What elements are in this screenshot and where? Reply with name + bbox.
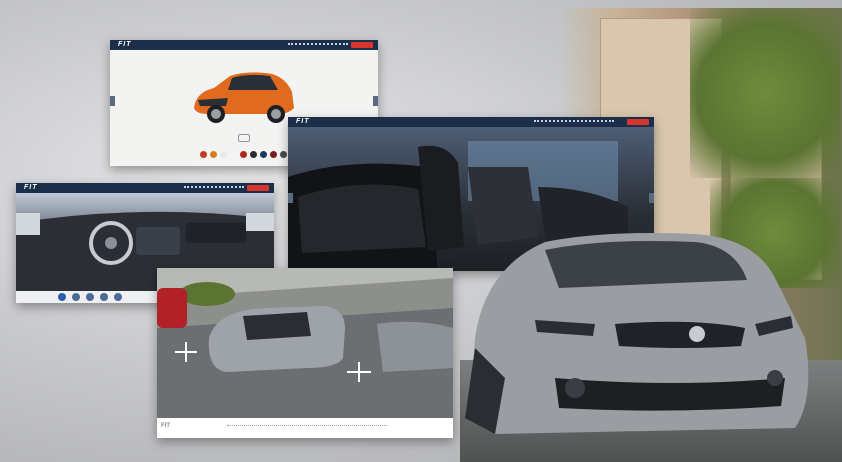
color-swatch[interactable] — [270, 151, 277, 158]
view-icon[interactable] — [100, 293, 108, 301]
fit-logo: FIT — [118, 41, 132, 48]
nav-bar: FIT — [288, 117, 654, 127]
color-swatch[interactable] — [200, 151, 207, 158]
parking-lot-image — [157, 268, 453, 382]
cta-button[interactable] — [351, 42, 373, 48]
nav-bar: FIT — [16, 183, 274, 193]
prev-arrow-icon[interactable] — [110, 96, 115, 106]
fit-logo: FIT — [24, 184, 38, 191]
nav-links[interactable] — [288, 43, 348, 48]
fit-logo: FIT — [161, 423, 170, 429]
caption-text-line — [227, 425, 387, 428]
color-swatch[interactable] — [220, 151, 227, 158]
caption-bar: FIT — [157, 418, 453, 438]
tree — [690, 8, 840, 178]
nav-links[interactable] — [184, 186, 244, 191]
silver-car-image — [465, 233, 809, 434]
color-swatches — [200, 151, 287, 158]
parking-screen: FIT — [157, 268, 453, 438]
nav-links[interactable] — [534, 120, 614, 125]
cta-button[interactable] — [247, 185, 269, 191]
view-icon[interactable] — [86, 293, 94, 301]
view-icon[interactable] — [72, 293, 80, 301]
rotate-icon[interactable] — [238, 134, 250, 142]
nav-bar: FIT — [110, 40, 378, 50]
view-icon[interactable] — [58, 293, 66, 301]
color-swatch[interactable] — [250, 151, 257, 158]
marketing-collage: FIT FIT FIT FIT — [0, 0, 842, 462]
fit-logo: FIT — [296, 118, 310, 125]
view-icon[interactable] — [114, 293, 122, 301]
next-arrow-icon[interactable] — [373, 96, 378, 106]
color-swatch[interactable] — [230, 151, 237, 158]
orange-car-image — [194, 72, 294, 123]
color-swatch[interactable] — [240, 151, 247, 158]
color-swatch[interactable] — [260, 151, 267, 158]
cta-button[interactable] — [627, 119, 649, 125]
color-swatch[interactable] — [210, 151, 217, 158]
color-swatch[interactable] — [280, 151, 287, 158]
